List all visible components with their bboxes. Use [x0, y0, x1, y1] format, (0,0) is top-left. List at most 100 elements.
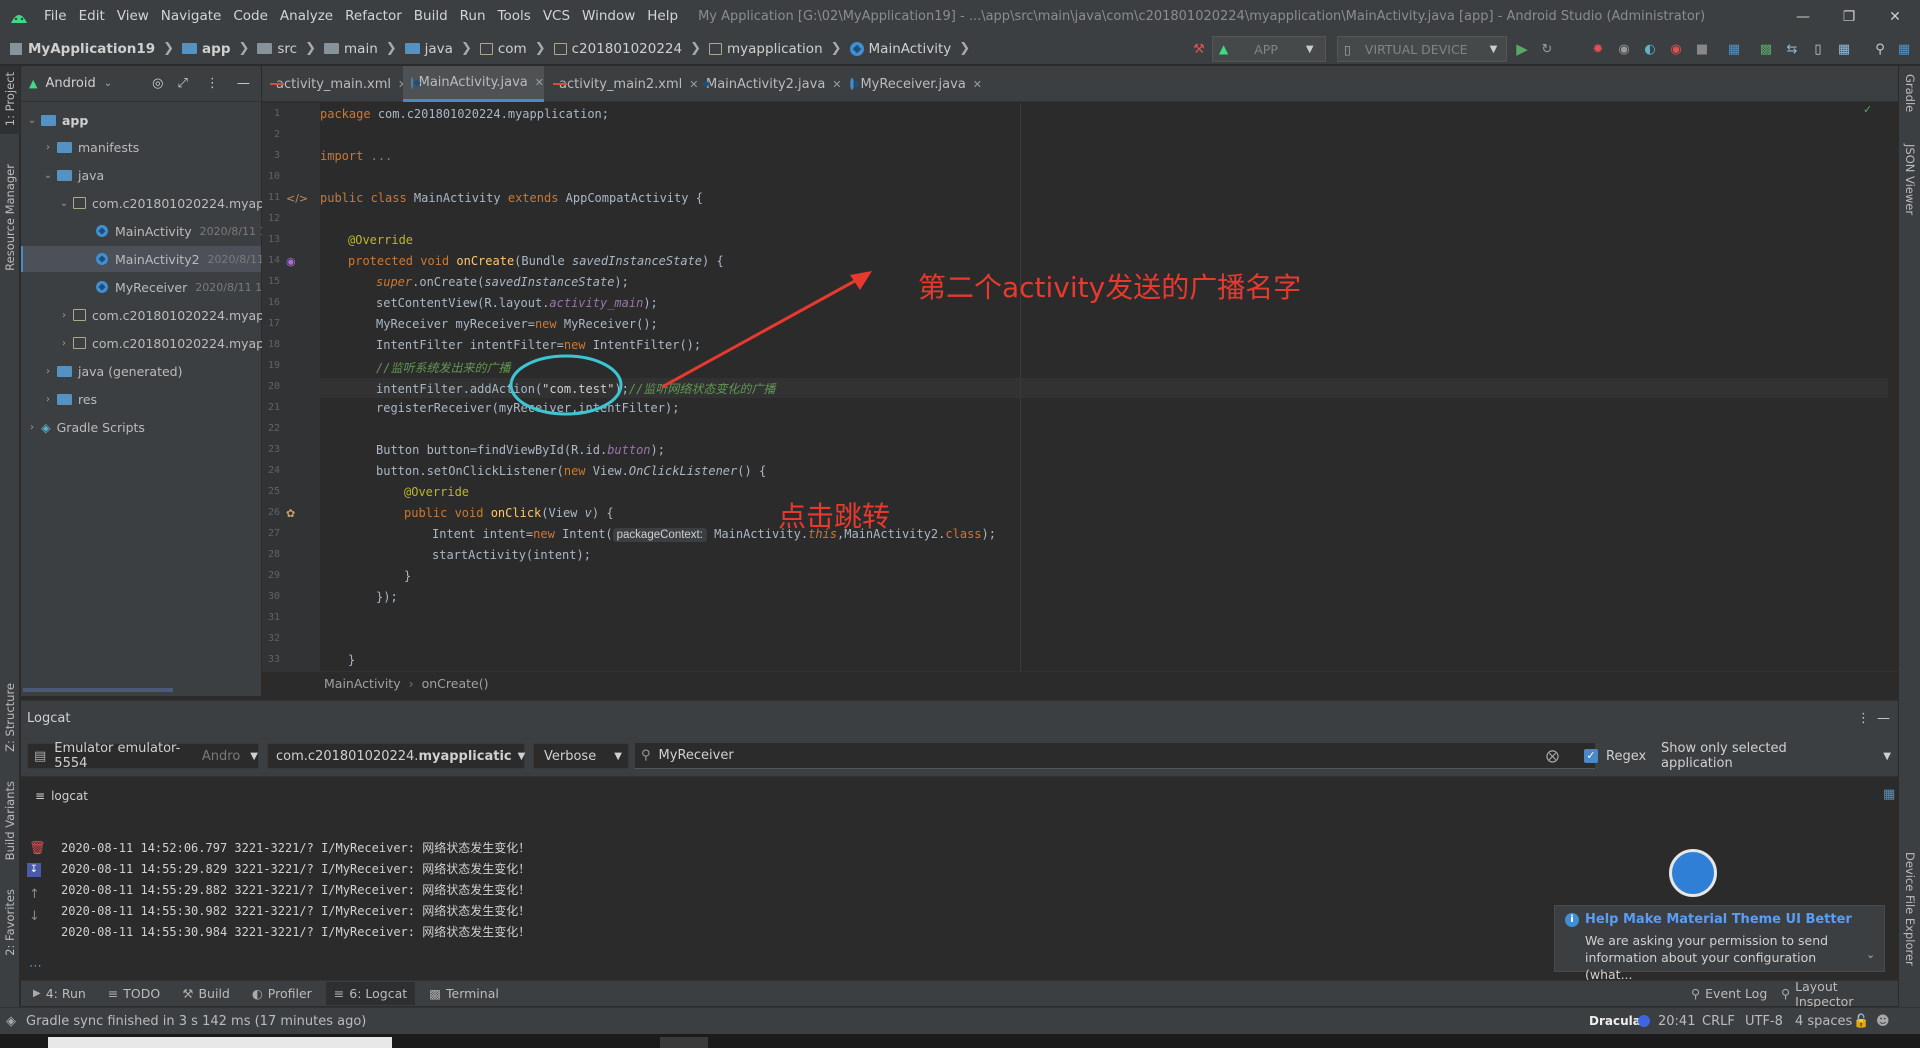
clear-search-icon[interactable]: ⨂	[1546, 743, 1559, 769]
tree-item-app[interactable]: ⌄ app	[25, 108, 89, 132]
tree-item-myreceiver[interactable]: MyReceiver 2020/8/11 14:	[95, 275, 273, 299]
breadcrumb-method[interactable]: onCreate()	[422, 676, 489, 691]
taskbar-active-window[interactable]	[48, 1037, 392, 1048]
run-config-select[interactable]: ▲ APP ▼	[1212, 36, 1326, 62]
more-icon[interactable]: ⋯	[29, 959, 42, 974]
tree-item-mainactivity2[interactable]: MainActivity2 2020/8/11 15:	[95, 247, 285, 271]
tab-mainactivity2-java[interactable]: MainActivity2.java ✕	[692, 66, 842, 102]
tool-build[interactable]: ⚒ Build	[182, 986, 230, 1001]
tool-event-log[interactable]: ⚲ Event Log	[1691, 986, 1767, 1001]
crumb-java[interactable]: java	[425, 41, 453, 57]
run-icon[interactable]: ▶	[1510, 37, 1534, 61]
options-icon[interactable]: ⋮	[206, 76, 219, 91]
horizontal-scrollbar[interactable]	[23, 688, 173, 692]
taskbar-item[interactable]	[660, 1037, 708, 1048]
override-icon[interactable]: ◉	[286, 255, 296, 268]
up-icon[interactable]: ↑	[29, 887, 40, 902]
indent-setting[interactable]: 4 spaces	[1795, 1014, 1852, 1029]
sync-gradle-icon[interactable]: ⇆	[1780, 37, 1804, 61]
tool-resource-manager[interactable]: Resource Manager	[3, 164, 17, 271]
crumb-mainactivity[interactable]: MainActivity	[869, 41, 952, 57]
device-select[interactable]: ▤ Emulator emulator-5554 Andro ▼	[27, 741, 259, 771]
logcat-subtab[interactable]: ≡ logcat	[35, 789, 88, 803]
crumb-c201801020224[interactable]: c201801020224	[572, 41, 683, 57]
sdk-manager-icon[interactable]: ▦	[1832, 37, 1856, 61]
menu-vcs[interactable]: VCS	[537, 0, 576, 33]
close-icon[interactable]: ✕	[1872, 0, 1918, 33]
tab-activity-main-xml[interactable]: activity_main.xml ✕	[262, 66, 407, 102]
menu-window[interactable]: Window	[576, 0, 641, 33]
down-icon[interactable]: ↓	[29, 909, 40, 924]
chevron-down-icon[interactable]: ⌄	[104, 78, 112, 89]
tool-build-variants[interactable]: Build Variants	[3, 781, 17, 860]
implements-method-icon[interactable]: ✿	[286, 507, 295, 520]
crumb-src[interactable]: src	[277, 41, 297, 57]
close-icon[interactable]: ✕	[832, 78, 841, 91]
project-structure-icon[interactable]: ▦	[1722, 37, 1746, 61]
minimize-icon[interactable]: —	[1780, 0, 1826, 33]
tab-myreceiver-java[interactable]: MyReceiver.java ✕	[842, 66, 982, 102]
menu-file[interactable]: File	[38, 0, 73, 33]
menu-analyze[interactable]: Analyze	[274, 0, 339, 33]
chevron-down-icon[interactable]: ⌄	[1866, 948, 1875, 961]
tree-item-java[interactable]: ⌄ java	[41, 163, 104, 187]
caret-position[interactable]: 20:41	[1658, 1014, 1695, 1029]
logcat-search-input[interactable]: ⚲ MyReceiver	[635, 743, 1595, 769]
stop-icon[interactable]: ■	[1690, 37, 1714, 61]
menu-refactor[interactable]: Refactor	[339, 0, 408, 33]
tool-project[interactable]: 1: Project	[3, 72, 17, 126]
settings-icon[interactable]: ▦	[1892, 37, 1916, 61]
notification-title[interactable]: Help Make Material Theme UI Better	[1585, 912, 1852, 927]
tool-gradle[interactable]: Gradle	[1903, 74, 1917, 112]
tree-item-package-test[interactable]: › com.c201801020224.myappl	[57, 331, 276, 355]
search-icon[interactable]: ⚲	[1868, 37, 1892, 61]
crumb-project[interactable]: MyApplication19	[28, 41, 155, 57]
tab-activity-main2-xml[interactable]: activity_main2.xml ✕	[545, 66, 699, 102]
hide-icon[interactable]: —	[237, 76, 250, 91]
regex-checkbox[interactable]: ✓ Regex	[1584, 743, 1646, 769]
hide-icon[interactable]: —	[1877, 711, 1890, 726]
project-view-select[interactable]: Android	[45, 76, 95, 91]
tool-terminal[interactable]: ▩ Terminal	[429, 986, 499, 1001]
import-fold[interactable]: ...	[371, 149, 393, 163]
terminal-icon[interactable]: ▩	[1754, 37, 1778, 61]
editor-scrollbar[interactable]	[1875, 107, 1883, 667]
tool-favorites[interactable]: 2: Favorites	[3, 889, 17, 956]
material-theme-icon[interactable]	[1669, 849, 1717, 897]
coverage-icon[interactable]: ◉	[1612, 37, 1636, 61]
inspector-icon[interactable]: ☻	[1876, 1014, 1890, 1029]
implementations-icon[interactable]: </>	[286, 192, 308, 205]
scroll-to-end-icon[interactable]: ↧	[27, 863, 41, 877]
tree-item-gradle-scripts[interactable]: › ◈ Gradle Scripts	[25, 415, 145, 439]
tool-run[interactable]: ▶ 4: Run	[33, 986, 86, 1001]
layout-icon[interactable]: ▦	[1883, 787, 1895, 802]
notification-popup[interactable]: i Help Make Material Theme UI Better We …	[1554, 905, 1885, 982]
tool-profiler[interactable]: ◐ Profiler	[252, 986, 312, 1001]
tree-item-manifests[interactable]: › manifests	[41, 135, 139, 159]
menu-help[interactable]: Help	[641, 0, 684, 33]
collapse-icon[interactable]: ⤢	[177, 76, 187, 91]
tool-logcat[interactable]: ≡ 6: Logcat	[325, 982, 416, 1005]
inspection-ok-icon[interactable]: ✓	[1863, 103, 1872, 116]
menu-tools[interactable]: Tools	[492, 0, 537, 33]
log-level-select[interactable]: Verbose ▼	[533, 743, 629, 769]
crumb-app[interactable]: app	[202, 41, 230, 57]
close-icon[interactable]: ✕	[535, 76, 544, 89]
debug-icon[interactable]: ✹	[1586, 37, 1610, 61]
file-encoding[interactable]: UTF-8	[1745, 1014, 1783, 1029]
close-icon[interactable]: ✕	[973, 78, 982, 91]
apply-changes-icon[interactable]: ↻	[1535, 37, 1559, 61]
tool-json-viewer[interactable]: JSON Viewer	[1903, 144, 1917, 215]
menu-run[interactable]: Run	[454, 0, 492, 33]
hammer-icon[interactable]: ⚒	[1187, 37, 1211, 61]
status-message[interactable]: Gradle sync finished in 3 s 142 ms (17 m…	[26, 1014, 366, 1029]
tool-device-file-explorer[interactable]: Device File Explorer	[1903, 852, 1917, 966]
device-select[interactable]: ▯ VIRTUAL DEVICE ▼	[1337, 36, 1507, 62]
status-icon[interactable]: ◈	[6, 1014, 16, 1029]
package-select[interactable]: com.c201801020224. myapplicatic ▼	[267, 743, 525, 769]
code-editor[interactable]: package com.c201801020224.myapplication;…	[320, 103, 1888, 671]
crumb-com[interactable]: com	[498, 41, 527, 57]
tree-item-package[interactable]: ⌄ com.c201801020224.myappl	[57, 191, 276, 215]
lock-icon[interactable]: 🔓	[1853, 1014, 1869, 1029]
tree-item-java-generated[interactable]: › java (generated)	[41, 359, 182, 383]
